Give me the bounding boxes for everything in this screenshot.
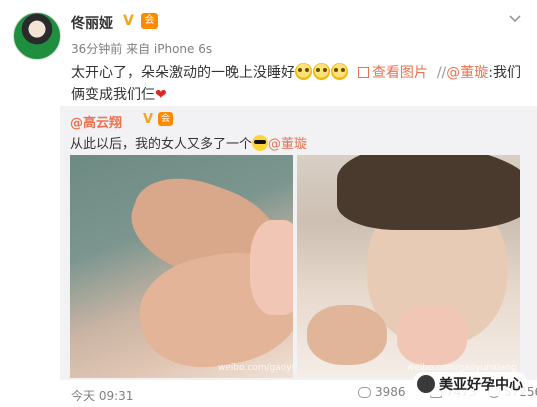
hand-shape [307, 305, 387, 365]
sunglasses-emoji-icon [252, 135, 269, 151]
quoted-username[interactable]: @高云翔 [70, 112, 122, 131]
image-icon [357, 67, 369, 78]
repost-separator: // [436, 65, 447, 81]
emoji-icon [313, 63, 330, 80]
view-image-link[interactable]: 查看图片 [357, 65, 428, 81]
baby-foot-shape [397, 305, 467, 365]
avatar[interactable] [13, 12, 61, 60]
username[interactable]: 佟丽娅 [71, 13, 113, 33]
member-badge-icon: 会 [141, 13, 158, 29]
photo-2[interactable]: weibo.com/gaoyunxiang [297, 155, 520, 378]
member-badge-icon: 会 [158, 112, 173, 126]
emoji-icon [295, 63, 312, 80]
brand-watermark: 美亚好孕中心 [413, 372, 527, 396]
post-meta: 36分钟前 来自 iPhone 6s [71, 42, 213, 56]
heart-icon: ❤ [155, 87, 167, 103]
quoted-text: 从此以后，我的女人又多了一个 @董璇 [70, 135, 308, 152]
repost-icon [358, 386, 371, 398]
brand-logo-icon [417, 375, 435, 393]
photo-watermark: weibo.com/gaoyu... [218, 363, 293, 373]
hair-shape [337, 155, 520, 230]
post-text-main: 太开心了，朵朵激动的一晚上没睡好 [71, 65, 295, 81]
verified-icon: V [123, 13, 134, 29]
photo-1[interactable]: weibo.com/gaoyu... [70, 155, 293, 378]
mention-link[interactable]: @董璇 [268, 137, 307, 152]
emoji-icon [331, 63, 348, 80]
verified-icon: V [143, 112, 154, 127]
chevron-down-icon[interactable] [508, 12, 522, 26]
post-text: 太开心了，朵朵激动的一晚上没睡好 查看图片 //@董璇:我们俩变成我们仨❤ [71, 62, 531, 106]
repost-button[interactable]: 3986 [358, 385, 406, 399]
baby-foot-shape [250, 220, 293, 315]
mention-link[interactable]: @董璇 [446, 65, 488, 81]
post-time[interactable]: 今天 09:31 [71, 387, 133, 404]
